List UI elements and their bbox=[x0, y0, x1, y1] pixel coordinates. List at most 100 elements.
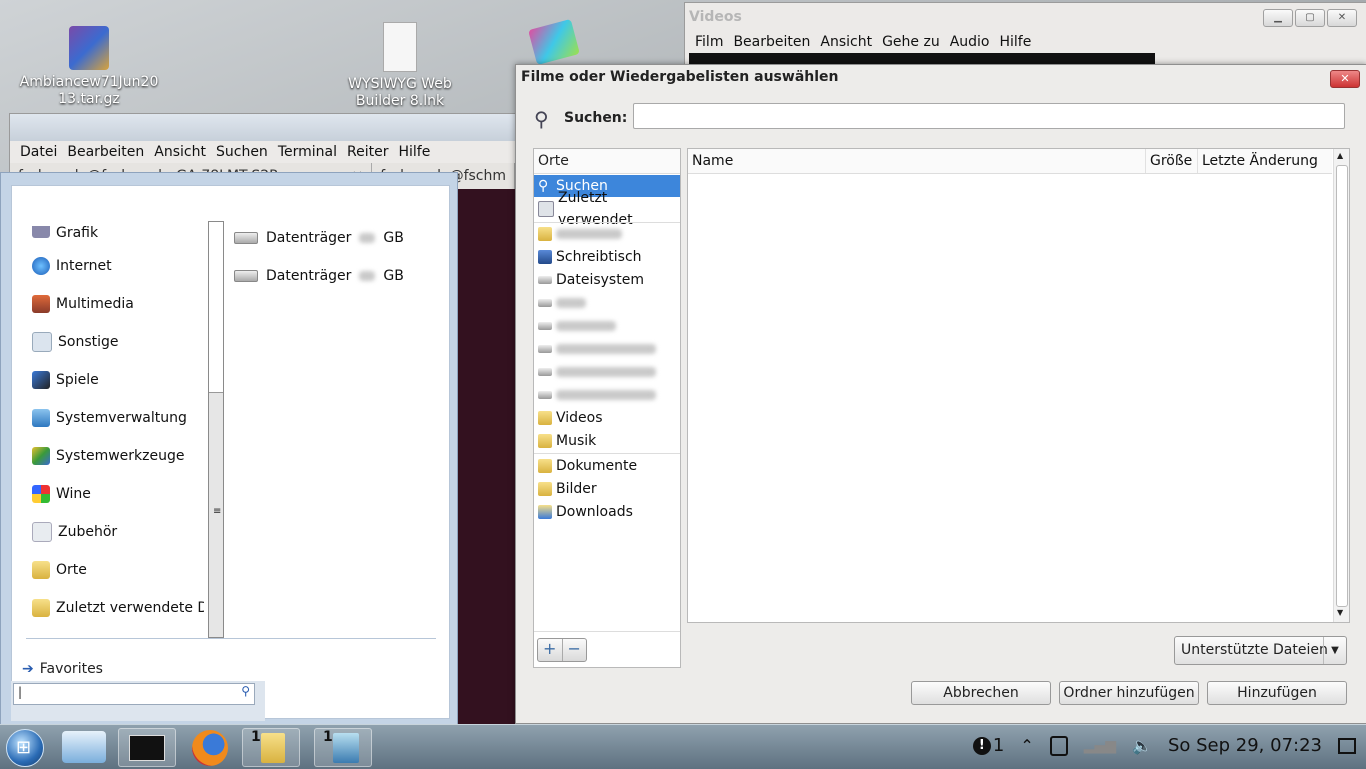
favorites-link[interactable]: ➔ Favorites bbox=[22, 661, 103, 677]
notifications-indicator[interactable]: ! 1 bbox=[972, 735, 1004, 756]
clipboard-icon[interactable] bbox=[1049, 735, 1068, 756]
task-videos[interactable]: 1 bbox=[314, 728, 372, 767]
network-signal-icon[interactable]: ▂▄▆ bbox=[1084, 738, 1116, 754]
place-downloads[interactable]: Downloads bbox=[534, 501, 680, 523]
drive-size-unit: GB bbox=[383, 268, 404, 284]
desktop-icon-label: WYSIWYG Web bbox=[348, 76, 452, 92]
menu-edit[interactable]: Bearbeiten bbox=[62, 141, 149, 163]
home-folder-icon bbox=[538, 227, 552, 241]
desktop-icon-wysiwyg-link[interactable]: WYSIWYG Web Builder 8.lnk bbox=[325, 22, 475, 110]
menu-category-recent[interactable]: Zuletzt verwendete Da bbox=[32, 596, 204, 620]
file-list[interactable]: Name Größe Letzte Änderung ▲ ▼ bbox=[687, 148, 1350, 623]
place-home[interactable] bbox=[534, 223, 680, 245]
scrollbar-thumb[interactable] bbox=[1336, 165, 1348, 607]
favorites-label: Favorites bbox=[39, 661, 103, 677]
place-drive[interactable] bbox=[534, 384, 680, 406]
places-separator bbox=[534, 631, 680, 632]
place-drive[interactable] bbox=[534, 338, 680, 360]
place-label: Musik bbox=[556, 433, 597, 449]
menu-category-label: Zubehör bbox=[58, 524, 118, 540]
cancel-button[interactable]: Abbrechen bbox=[911, 681, 1051, 705]
terminal-icon bbox=[129, 735, 165, 761]
chevron-up-icon[interactable]: ⌃ bbox=[1020, 736, 1033, 755]
menu-category-wine[interactable]: Wine bbox=[32, 482, 91, 506]
add-place-button[interactable]: + bbox=[538, 639, 563, 661]
menu-category-games[interactable]: Spiele bbox=[32, 368, 99, 392]
place-desktop[interactable]: Schreibtisch bbox=[534, 246, 680, 268]
menu-audio[interactable]: Audio bbox=[945, 31, 995, 53]
menu-category-graphics[interactable]: Grafik bbox=[32, 226, 98, 238]
menu-search[interactable]: Suchen bbox=[211, 141, 273, 163]
start-button[interactable]: ⊞ bbox=[6, 729, 44, 767]
volume-icon[interactable]: 🔈 bbox=[1132, 736, 1152, 755]
terminal-titlebar[interactable] bbox=[10, 114, 515, 141]
menu-category-label: Systemwerkzeuge bbox=[56, 448, 185, 464]
file-list-header: Name Größe Letzte Änderung bbox=[688, 149, 1332, 174]
menu-film[interactable]: Film bbox=[685, 31, 728, 53]
menu-scrollbar[interactable]: ≡ bbox=[208, 221, 224, 638]
close-button[interactable]: ✕ bbox=[1327, 9, 1357, 27]
drive-item[interactable]: Datenträger GB bbox=[234, 268, 404, 284]
menu-view[interactable]: Ansicht bbox=[149, 141, 211, 163]
menu-terminal[interactable]: Terminal bbox=[273, 141, 342, 163]
place-drive[interactable] bbox=[534, 361, 680, 383]
file-filter-select[interactable]: Unterstützte Dateien ▼ bbox=[1174, 636, 1347, 665]
drive-item[interactable]: Datenträger GB bbox=[234, 230, 404, 246]
search-input[interactable] bbox=[633, 103, 1345, 129]
menu-tabs[interactable]: Reiter bbox=[342, 141, 393, 163]
place-drive[interactable] bbox=[534, 292, 680, 314]
add-button[interactable]: Hinzufügen bbox=[1207, 681, 1347, 705]
remove-place-button[interactable]: − bbox=[563, 639, 587, 661]
place-videos[interactable]: Videos bbox=[534, 407, 680, 429]
place-label: Downloads bbox=[556, 504, 633, 520]
redacted-label bbox=[556, 390, 656, 400]
menu-edit[interactable]: Bearbeiten bbox=[728, 31, 815, 53]
menu-scrollbar-thumb[interactable] bbox=[209, 222, 223, 393]
maximize-button[interactable]: ▢ bbox=[1295, 9, 1325, 27]
column-header-name[interactable]: Name bbox=[688, 149, 1146, 173]
menu-category-administration[interactable]: Systemverwaltung bbox=[32, 406, 187, 430]
menu-category-accessories[interactable]: Zubehör bbox=[32, 520, 117, 544]
quicklaunch-settings-icon[interactable] bbox=[62, 731, 106, 763]
desktop-icon-label: Ambiancew71Jun20 bbox=[19, 74, 159, 90]
desktop-icon-ambiance-archive[interactable]: Ambiancew71Jun20 13.tar.gz bbox=[14, 26, 164, 108]
show-desktop-icon[interactable] bbox=[1338, 737, 1356, 754]
menu-category-places[interactable]: Orte bbox=[32, 558, 87, 582]
place-pictures[interactable]: Bilder bbox=[534, 478, 680, 500]
hard-drive-icon bbox=[538, 299, 552, 307]
menu-help[interactable]: Hilfe bbox=[393, 141, 435, 163]
menu-category-label: Grafik bbox=[56, 226, 99, 238]
place-drive[interactable] bbox=[534, 315, 680, 337]
place-documents[interactable]: Dokumente bbox=[534, 455, 680, 477]
place-filesystem[interactable]: Dateisystem bbox=[534, 269, 680, 291]
place-recent[interactable]: Zuletzt verwendet bbox=[534, 190, 680, 228]
task-file-manager[interactable]: 1 bbox=[242, 728, 300, 767]
hard-drive-icon bbox=[538, 276, 552, 284]
file-list-scrollbar[interactable]: ▲ ▼ bbox=[1333, 149, 1349, 622]
place-music[interactable]: Musik bbox=[534, 430, 680, 452]
menu-category-multimedia[interactable]: Multimedia bbox=[32, 292, 134, 316]
column-header-size[interactable]: Größe bbox=[1146, 149, 1198, 173]
search-icon: ⚲ bbox=[241, 684, 250, 698]
menu-view[interactable]: Ansicht bbox=[815, 31, 877, 53]
menu-file[interactable]: Datei bbox=[10, 141, 62, 163]
task-terminal[interactable] bbox=[118, 728, 176, 767]
menu-category-system-tools[interactable]: Systemwerkzeuge bbox=[32, 444, 184, 468]
menu-help[interactable]: Hilfe bbox=[995, 31, 1037, 53]
clock[interactable]: So Sep 29, 07:23 bbox=[1168, 735, 1322, 756]
column-header-modified[interactable]: Letzte Änderung bbox=[1198, 149, 1332, 173]
menu-category-label: Systemverwaltung bbox=[56, 410, 187, 426]
add-folder-button[interactable]: Ordner hinzufügen bbox=[1059, 681, 1199, 705]
menu-go[interactable]: Gehe zu bbox=[877, 31, 945, 53]
desktop-icon-partial[interactable] bbox=[528, 18, 580, 66]
place-label: Dokumente bbox=[556, 458, 638, 474]
system-tools-icon bbox=[32, 447, 50, 465]
task-firefox[interactable] bbox=[188, 728, 234, 766]
minimize-button[interactable]: ▁ bbox=[1263, 9, 1293, 27]
menu-category-other[interactable]: Sonstige bbox=[32, 330, 119, 354]
menu-category-internet[interactable]: Internet bbox=[32, 254, 112, 278]
menu-search-input[interactable]: | ⚲ bbox=[13, 683, 255, 705]
menu-category-label: Multimedia bbox=[56, 296, 134, 312]
administration-icon bbox=[32, 409, 50, 427]
dialog-close-button[interactable]: ✕ bbox=[1330, 70, 1360, 88]
